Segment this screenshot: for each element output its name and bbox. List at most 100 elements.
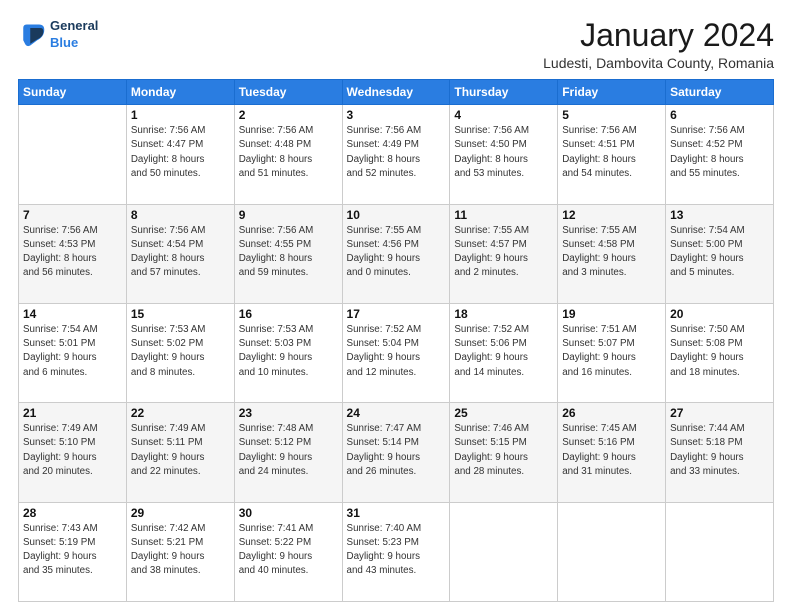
day-number: 3 <box>347 108 446 122</box>
week-row-1: 1Sunrise: 7:56 AMSunset: 4:47 PMDaylight… <box>19 105 774 204</box>
day-cell-4: 4 Sunrise: 7:56 AMSunset: 4:50 PMDaylight… <box>450 105 558 204</box>
day-info: Sunrise: 7:43 AMSunset: 5:19 PMDaylight:… <box>23 522 122 579</box>
day-info: Sunrise: 7:40 AMSunset: 5:23 PMDaylight:… <box>347 522 446 579</box>
logo-text: General Blue <box>50 18 98 52</box>
day-cell-19: 19 Sunrise: 7:51 AMSunset: 5:07 PMDayligh… <box>558 303 666 402</box>
weekday-header-saturday: Saturday <box>666 80 774 105</box>
day-info: Sunrise: 7:52 AMSunset: 5:04 PMDaylight:… <box>347 323 446 380</box>
day-info: Sunrise: 7:56 AMSunset: 4:50 PMDaylight:… <box>454 124 553 181</box>
day-info: Sunrise: 7:53 AMSunset: 5:02 PMDaylight:… <box>131 323 230 380</box>
day-number: 26 <box>562 406 661 420</box>
day-cell-9: 9 Sunrise: 7:56 AMSunset: 4:55 PMDaylight… <box>234 204 342 303</box>
day-info: Sunrise: 7:49 AMSunset: 5:11 PMDaylight:… <box>131 422 230 479</box>
day-number: 6 <box>670 108 769 122</box>
main-title: January 2024 <box>543 18 774 53</box>
week-row-2: 7 Sunrise: 7:56 AMSunset: 4:53 PMDaylight… <box>19 204 774 303</box>
day-number: 23 <box>239 406 338 420</box>
weekday-header-monday: Monday <box>126 80 234 105</box>
day-cell-24: 24 Sunrise: 7:47 AMSunset: 5:14 PMDayligh… <box>342 403 450 502</box>
week-row-3: 14 Sunrise: 7:54 AMSunset: 5:01 PMDayligh… <box>19 303 774 402</box>
weekday-header-friday: Friday <box>558 80 666 105</box>
subtitle: Ludesti, Dambovita County, Romania <box>543 55 774 71</box>
day-cell-21: 21Sunrise: 7:49 AMSunset: 5:10 PMDayligh… <box>19 403 127 502</box>
day-info: Sunrise: 7:46 AMSunset: 5:15 PMDaylight:… <box>454 422 553 479</box>
day-number: 2 <box>239 108 338 122</box>
day-number: 28 <box>23 506 122 520</box>
day-number: 14 <box>23 307 122 321</box>
day-cell-29: 29Sunrise: 7:42 AMSunset: 5:21 PMDayligh… <box>126 502 234 601</box>
day-info: Sunrise: 7:54 AMSunset: 5:01 PMDaylight:… <box>23 323 122 380</box>
day-cell-15: 15 Sunrise: 7:53 AMSunset: 5:02 PMDayligh… <box>126 303 234 402</box>
day-info: Sunrise: 7:56 AMSunset: 4:52 PMDaylight:… <box>670 124 769 181</box>
logo-icon <box>18 21 46 49</box>
day-info: Sunrise: 7:42 AMSunset: 5:21 PMDaylight:… <box>131 522 230 579</box>
day-number: 31 <box>347 506 446 520</box>
day-number: 27 <box>670 406 769 420</box>
day-cell-31: 31 Sunrise: 7:40 AMSunset: 5:23 PMDayligh… <box>342 502 450 601</box>
day-number: 19 <box>562 307 661 321</box>
day-info: Sunrise: 7:48 AMSunset: 5:12 PMDaylight:… <box>239 422 338 479</box>
day-number: 10 <box>347 208 446 222</box>
day-cell-18: 18 Sunrise: 7:52 AMSunset: 5:06 PMDayligh… <box>450 303 558 402</box>
weekday-header-row: SundayMondayTuesdayWednesdayThursdayFrid… <box>19 80 774 105</box>
day-cell-30: 30 Sunrise: 7:41 AMSunset: 5:22 PMDayligh… <box>234 502 342 601</box>
day-number: 5 <box>562 108 661 122</box>
day-number: 4 <box>454 108 553 122</box>
weekday-header-sunday: Sunday <box>19 80 127 105</box>
day-info: Sunrise: 7:49 AMSunset: 5:10 PMDaylight:… <box>23 422 122 479</box>
day-number: 22 <box>131 406 230 420</box>
day-number: 16 <box>239 307 338 321</box>
day-cell-5: 5 Sunrise: 7:56 AMSunset: 4:51 PMDaylight… <box>558 105 666 204</box>
day-info: Sunrise: 7:55 AMSunset: 4:57 PMDaylight:… <box>454 224 553 281</box>
day-cell-11: 11 Sunrise: 7:55 AMSunset: 4:57 PMDayligh… <box>450 204 558 303</box>
day-info: Sunrise: 7:52 AMSunset: 5:06 PMDaylight:… <box>454 323 553 380</box>
title-block: January 2024 Ludesti, Dambovita County, … <box>543 18 774 71</box>
day-cell-1: 1Sunrise: 7:56 AMSunset: 4:47 PMDaylight… <box>126 105 234 204</box>
day-info: Sunrise: 7:56 AMSunset: 4:48 PMDaylight:… <box>239 124 338 181</box>
calendar-table: SundayMondayTuesdayWednesdayThursdayFrid… <box>18 79 774 602</box>
weekday-header-wednesday: Wednesday <box>342 80 450 105</box>
day-cell-25: 25 Sunrise: 7:46 AMSunset: 5:15 PMDayligh… <box>450 403 558 502</box>
page: General Blue January 2024 Ludesti, Dambo… <box>0 0 792 612</box>
day-info: Sunrise: 7:51 AMSunset: 5:07 PMDaylight:… <box>562 323 661 380</box>
day-number: 18 <box>454 307 553 321</box>
day-info: Sunrise: 7:56 AMSunset: 4:55 PMDaylight:… <box>239 224 338 281</box>
day-number: 30 <box>239 506 338 520</box>
day-info: Sunrise: 7:56 AMSunset: 4:54 PMDaylight:… <box>131 224 230 281</box>
day-info: Sunrise: 7:55 AMSunset: 4:56 PMDaylight:… <box>347 224 446 281</box>
empty-cell <box>666 502 774 601</box>
day-cell-14: 14 Sunrise: 7:54 AMSunset: 5:01 PMDayligh… <box>19 303 127 402</box>
header: General Blue January 2024 Ludesti, Dambo… <box>18 18 774 71</box>
day-info: Sunrise: 7:50 AMSunset: 5:08 PMDaylight:… <box>670 323 769 380</box>
day-number: 25 <box>454 406 553 420</box>
day-number: 9 <box>239 208 338 222</box>
empty-cell <box>558 502 666 601</box>
day-cell-17: 17Sunrise: 7:52 AMSunset: 5:04 PMDayligh… <box>342 303 450 402</box>
day-info: Sunrise: 7:55 AMSunset: 4:58 PMDaylight:… <box>562 224 661 281</box>
day-info: Sunrise: 7:53 AMSunset: 5:03 PMDaylight:… <box>239 323 338 380</box>
day-cell-26: 26Sunrise: 7:45 AMSunset: 5:16 PMDayligh… <box>558 403 666 502</box>
weekday-header-tuesday: Tuesday <box>234 80 342 105</box>
day-info: Sunrise: 7:56 AMSunset: 4:51 PMDaylight:… <box>562 124 661 181</box>
day-cell-2: 2 Sunrise: 7:56 AMSunset: 4:48 PMDaylight… <box>234 105 342 204</box>
day-number: 13 <box>670 208 769 222</box>
day-info: Sunrise: 7:47 AMSunset: 5:14 PMDaylight:… <box>347 422 446 479</box>
day-number: 15 <box>131 307 230 321</box>
day-number: 11 <box>454 208 553 222</box>
day-number: 24 <box>347 406 446 420</box>
day-info: Sunrise: 7:56 AMSunset: 4:53 PMDaylight:… <box>23 224 122 281</box>
day-number: 7 <box>23 208 122 222</box>
day-cell-20: 20Sunrise: 7:50 AMSunset: 5:08 PMDayligh… <box>666 303 774 402</box>
day-cell-16: 16 Sunrise: 7:53 AMSunset: 5:03 PMDayligh… <box>234 303 342 402</box>
day-number: 8 <box>131 208 230 222</box>
day-cell-8: 8 Sunrise: 7:56 AMSunset: 4:54 PMDaylight… <box>126 204 234 303</box>
day-cell-22: 22 Sunrise: 7:49 AMSunset: 5:11 PMDayligh… <box>126 403 234 502</box>
day-info: Sunrise: 7:54 AMSunset: 5:00 PMDaylight:… <box>670 224 769 281</box>
day-cell-10: 10 Sunrise: 7:55 AMSunset: 4:56 PMDayligh… <box>342 204 450 303</box>
day-cell-7: 7 Sunrise: 7:56 AMSunset: 4:53 PMDaylight… <box>19 204 127 303</box>
day-number: 12 <box>562 208 661 222</box>
day-info: Sunrise: 7:44 AMSunset: 5:18 PMDaylight:… <box>670 422 769 479</box>
week-row-4: 21Sunrise: 7:49 AMSunset: 5:10 PMDayligh… <box>19 403 774 502</box>
day-info: Sunrise: 7:41 AMSunset: 5:22 PMDaylight:… <box>239 522 338 579</box>
day-info: Sunrise: 7:56 AMSunset: 4:47 PMDaylight:… <box>131 124 230 181</box>
